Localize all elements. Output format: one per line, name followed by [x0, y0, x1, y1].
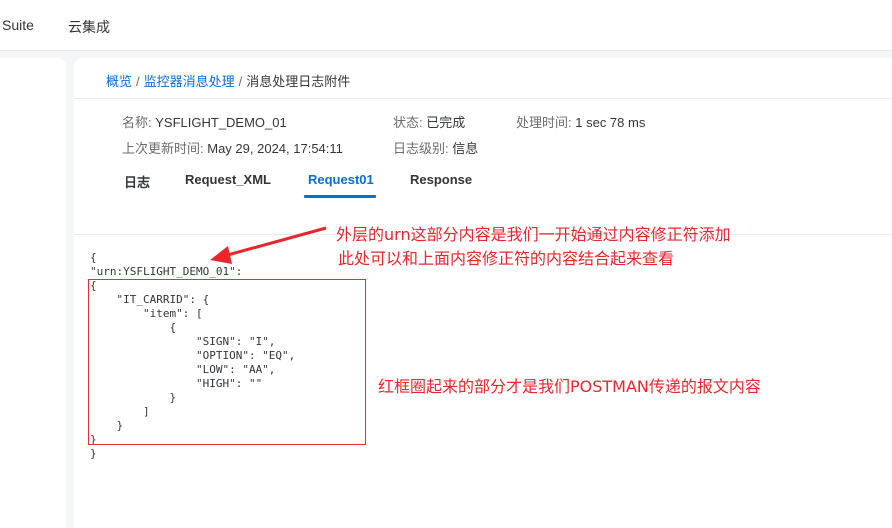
last-updated-label: 上次更新时间:	[122, 141, 204, 156]
name-label: 名称:	[122, 115, 152, 130]
side-panel	[0, 58, 66, 528]
tab-response[interactable]: Response	[410, 172, 472, 187]
name-field: 名称: YSFLIGHT_DEMO_01	[122, 112, 287, 131]
name-value: YSFLIGHT_DEMO_01	[155, 115, 287, 130]
nav-suite[interactable]: Suite	[2, 17, 34, 33]
annotation-red-box-note: 红框圈起来的部分才是我们POSTMAN传递的报文内容	[378, 377, 761, 396]
log-level-label: 日志级别:	[393, 141, 449, 156]
processing-time-field: 处理时间: 1 sec 78 ms	[516, 112, 645, 131]
nav-cloud-integration[interactable]: 云集成	[68, 17, 110, 37]
log-level-value: 信息	[452, 141, 479, 156]
annotation-note-line1: 外层的urn这部分内容是我们一开始通过内容修正符添加	[336, 225, 731, 244]
breadcrumb-separator: /	[238, 74, 243, 89]
tab-request-xml[interactable]: Request_XML	[185, 172, 271, 187]
log-level-field: 日志级别: 信息	[393, 138, 478, 157]
breadcrumb-overview[interactable]: 概览	[106, 74, 132, 89]
top-navigation-bar: Suite 云集成	[0, 0, 892, 51]
processing-time-label: 处理时间:	[516, 115, 572, 130]
breadcrumb-bar: 概览 / 监控器消息处理 / 消息处理日志附件	[74, 58, 892, 99]
status-value: 已完成	[426, 115, 466, 130]
breadcrumb-monitor-message-processing[interactable]: 监控器消息处理	[144, 74, 235, 89]
breadcrumb-current-page: 消息处理日志附件	[246, 74, 351, 89]
breadcrumb: 概览 / 监控器消息处理 / 消息处理日志附件	[106, 71, 350, 90]
status-label: 状态:	[393, 115, 423, 130]
tab-log[interactable]: 日志	[124, 172, 150, 191]
status-field: 状态: 已完成	[393, 112, 465, 131]
annotation-note-line2: 此处可以和上面内容修正符的内容结合起来查看	[338, 249, 675, 268]
last-updated-field: 上次更新时间: May 29, 2024, 17:54:11	[122, 138, 343, 157]
tab-bar: 日志 Request_XML Request01 Response	[124, 170, 824, 200]
active-tab-indicator	[304, 195, 376, 198]
highlight-box	[88, 279, 366, 445]
processing-time-value: 1 sec 78 ms	[575, 115, 646, 130]
tab-request01[interactable]: Request01	[308, 172, 374, 187]
breadcrumb-separator: /	[136, 74, 140, 89]
last-updated-value: May 29, 2024, 17:54:11	[207, 141, 343, 156]
